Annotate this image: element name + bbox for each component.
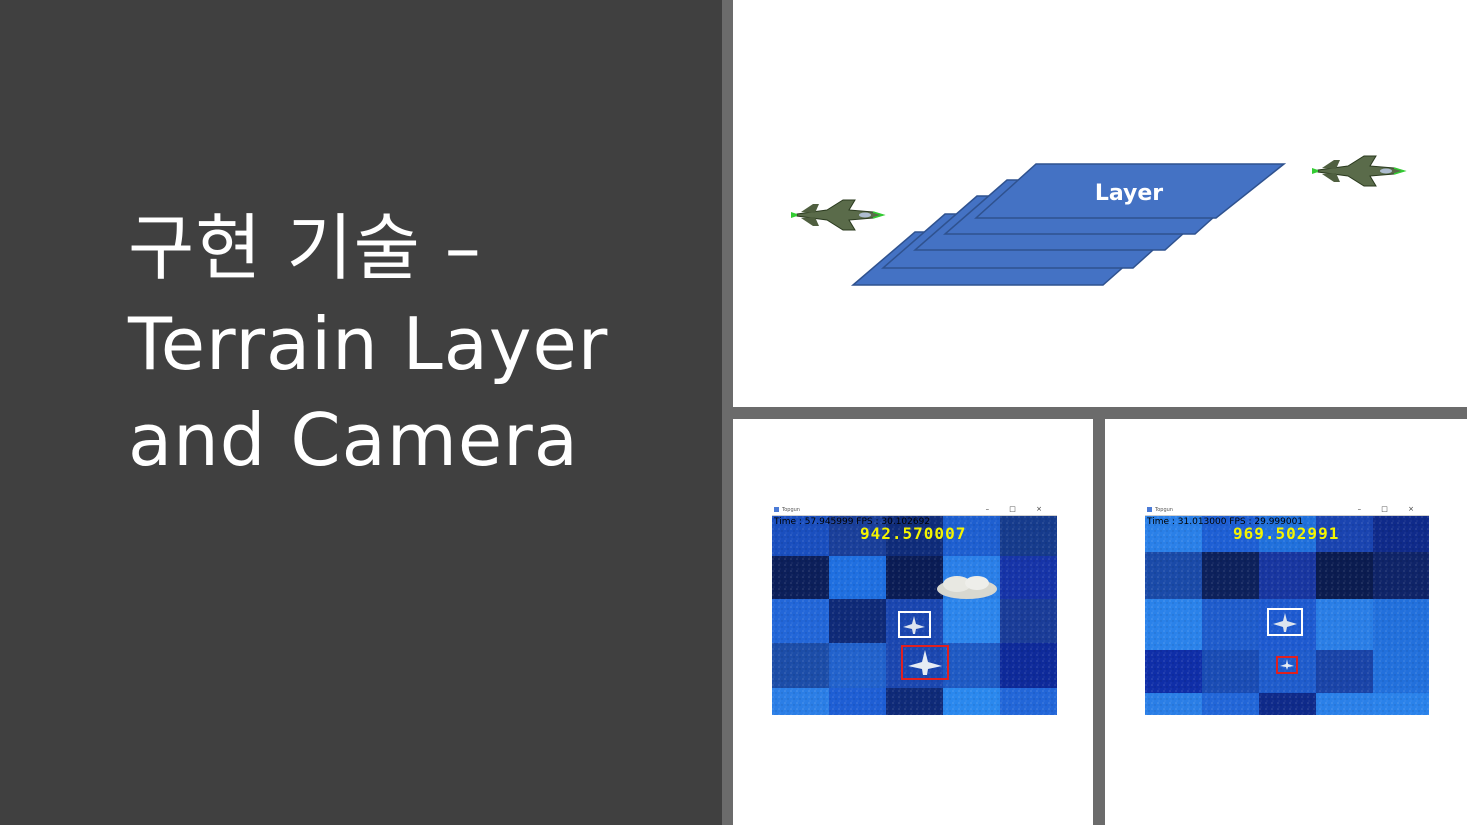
app-icon: [774, 507, 779, 512]
layer-stack: Layer: [850, 163, 1287, 286]
window-controls[interactable]: – □ ×: [986, 505, 1051, 513]
game-window-1: Topgun – □ × Time: 57.945999 FPS: 30.1…: [772, 505, 1057, 715]
title-line-2: Terrain Layer: [128, 302, 609, 386]
layer-label: Layer: [1095, 181, 1163, 206]
screenshot-panel-2: Topgun – □ × Time: 31.013000 FPS: 29.9…: [1105, 419, 1467, 825]
layer-diagram-panel: Layer: [733, 0, 1467, 407]
app-icon: [1147, 507, 1152, 512]
slide-title: 구현 기술 – Terrain Layer and Camera: [128, 200, 698, 488]
title-line-3: and Camera: [128, 398, 579, 482]
score-display: 942.570007: [860, 524, 967, 543]
window-title: Topgun: [1155, 507, 1173, 513]
terrain-tiles: [1145, 516, 1429, 715]
window-titlebar: Topgun – □ ×: [1145, 505, 1429, 516]
window-titlebar: Topgun – □ ×: [772, 505, 1057, 516]
jet-icon-left: [791, 199, 886, 231]
title-line-1: 구현 기술 –: [128, 206, 482, 290]
window-title: Topgun: [782, 507, 800, 513]
screenshot-panel-1: Topgun – □ × Time: 57.945999 FPS: 30.1…: [733, 419, 1093, 825]
jet-icon-right: [1312, 155, 1407, 187]
window-controls[interactable]: – □ ×: [1358, 505, 1423, 513]
layer-diagram: Layer: [791, 155, 1407, 286]
game-window-2: Topgun – □ × Time: 31.013000 FPS: 29.9…: [1145, 505, 1429, 715]
terrain-tiles: [772, 516, 1057, 715]
score-display: 969.502991: [1233, 524, 1340, 543]
title-panel: 구현 기술 – Terrain Layer and Camera: [0, 0, 722, 825]
